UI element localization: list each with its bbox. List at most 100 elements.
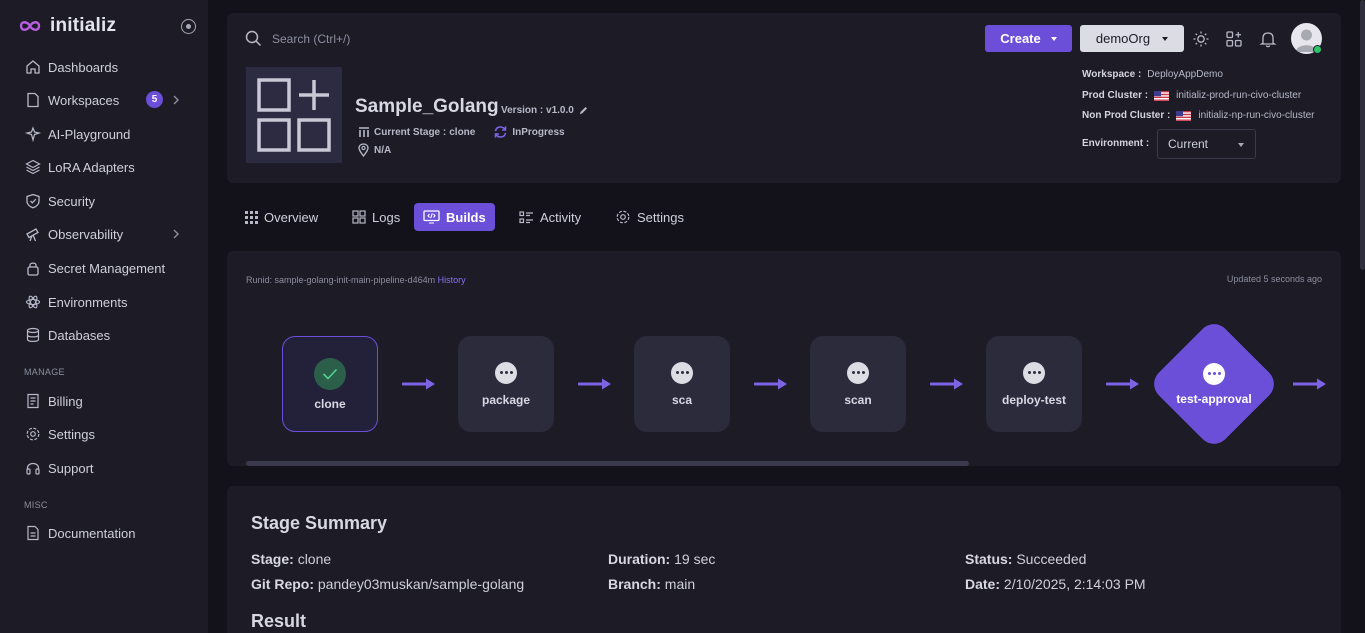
tab-label: Activity (540, 209, 582, 225)
summary-date-value: 2/10/2025, 2:14:03 PM (1003, 576, 1146, 592)
sidebar-item-environments[interactable]: Environments (0, 287, 208, 317)
sidebar-item-security[interactable]: Security (0, 186, 208, 216)
create-button-label: Create (1000, 31, 1041, 46)
sidebar-item-ai-playground[interactable]: AI-Playground (0, 119, 208, 149)
more-dots-icon (1203, 362, 1225, 385)
sidebar-item-secret-management[interactable]: Secret Management (0, 253, 208, 283)
vertical-scrollbar[interactable] (1360, 0, 1365, 270)
location-pin-icon (358, 143, 369, 157)
sidebar-item-lora-adapters[interactable]: LoRA Adapters (0, 152, 208, 182)
environment-value: Current (1168, 137, 1209, 151)
horizontal-scrollbar[interactable] (246, 461, 969, 466)
app-logo-tile (246, 67, 342, 163)
prod-cluster-info: Prod Cluster : initializ-prod-run-civo-c… (1082, 90, 1301, 101)
history-link[interactable]: History (438, 275, 466, 285)
pipeline-stage-clone[interactable]: clone (282, 336, 378, 432)
tab-label: Overview (264, 209, 319, 225)
stage-label: scan (844, 392, 872, 407)
sidebar-item-label: Settings (48, 426, 95, 442)
prod-cluster-value: initializ-prod-run-civo-cluster (1176, 90, 1302, 101)
environment-select[interactable]: Current (1157, 129, 1256, 159)
summary-status-label: Status: (965, 551, 1013, 567)
tab-settings[interactable]: Settings (606, 203, 693, 231)
summary-status-value: Succeeded (1016, 551, 1087, 567)
theme-toggle-sun-icon[interactable] (1191, 29, 1211, 49)
pipeline-stage-sca[interactable]: sca (634, 336, 730, 432)
run-id: Runid: sample-golang-init-main-pipeline-… (246, 275, 466, 285)
sidebar-item-label: Environments (48, 294, 128, 310)
summary-repo-value: pandey03muskan/sample-golang (317, 576, 525, 592)
sidebar-item-support[interactable]: Support (0, 453, 208, 483)
sidebar-item-label: Observability (48, 226, 124, 242)
stage-label: package (481, 392, 531, 407)
summary-branch: Branch: main (608, 576, 695, 592)
nonprod-cluster-label: Non Prod Cluster : (1082, 110, 1171, 121)
tab-activity[interactable]: Activity (510, 203, 590, 231)
layers-icon (24, 159, 41, 176)
nonprod-cluster-value: initializ-np-run-civo-cluster (1198, 110, 1315, 121)
summary-stage-label: Stage: (251, 551, 294, 567)
current-stage-value: clone (449, 126, 476, 138)
application-name: Sample_Golang (355, 96, 499, 117)
shield-icon (24, 193, 41, 210)
sidebar-item-billing[interactable]: Billing (0, 386, 208, 416)
arrow-right-icon (402, 378, 435, 390)
run-id-text: Runid: sample-golang-init-main-pipeline-… (246, 275, 436, 285)
file-icon (24, 92, 41, 109)
sidebar-item-settings[interactable]: Settings (0, 419, 208, 449)
create-button[interactable]: Create (985, 25, 1072, 52)
arrow-right-icon (578, 378, 611, 390)
sidebar-item-databases[interactable]: Databases (0, 320, 208, 350)
apps-icon (352, 210, 366, 224)
summary-branch-value: main (664, 576, 696, 592)
tab-label: Settings (637, 209, 684, 225)
summary-stage-value: clone (297, 551, 332, 567)
misc-section-label: MISC (24, 500, 48, 510)
application-header: Create demoOrg Sample_Golang Version : v… (227, 13, 1341, 183)
sidebar-item-dashboards[interactable]: Dashboards (0, 52, 208, 82)
tab-builds[interactable]: Builds (414, 203, 495, 231)
arrow-right-icon (1293, 378, 1326, 390)
pipeline-stage-package[interactable]: package (458, 336, 554, 432)
stage-bars-icon (359, 126, 369, 137)
sidebar-item-label: AI-Playground (48, 126, 131, 142)
apps-plus-icon[interactable] (1224, 29, 1244, 49)
workspace-value: DeployAppDemo (1147, 69, 1223, 80)
summary-duration: Duration: 19 sec (608, 551, 715, 567)
infinity-logo-icon (19, 21, 41, 31)
tab-overview[interactable]: Overview (236, 203, 327, 231)
bell-icon[interactable] (1258, 29, 1278, 49)
gear-icon (616, 210, 630, 224)
pipeline-stage-test-approval[interactable]: test-approval (1147, 317, 1281, 451)
sidebar-item-label: Support (48, 460, 94, 476)
sidebar-item-label: Databases (48, 327, 111, 343)
stage-label: deploy-test (1001, 392, 1066, 407)
search-input[interactable] (272, 31, 572, 46)
refresh-icon (495, 126, 507, 138)
us-flag-icon (1154, 90, 1170, 101)
telescope-icon (24, 226, 41, 243)
sidebar-item-workspaces[interactable]: Workspaces 5 (0, 85, 208, 115)
database-icon (24, 327, 41, 344)
org-select[interactable]: demoOrg (1080, 25, 1184, 52)
workspace-label: Workspace : (1082, 69, 1142, 80)
sidebar-item-observability[interactable]: Observability (0, 219, 208, 249)
pipeline-stage-scan[interactable]: scan (810, 336, 906, 432)
pipeline-panel: Runid: sample-golang-init-main-pipeline-… (227, 251, 1341, 466)
edit-pencil-icon[interactable] (579, 106, 588, 115)
chevron-right-icon (172, 94, 180, 106)
search-bar[interactable] (245, 30, 572, 47)
tab-logs[interactable]: Logs (343, 203, 409, 231)
workspace-info: Workspace : DeployAppDemo (1082, 69, 1223, 80)
brand-logo[interactable]: initializ (18, 15, 116, 37)
sidebar-collapse-icon[interactable] (181, 19, 196, 34)
arrow-right-icon (1106, 378, 1139, 390)
sidebar-item-documentation[interactable]: Documentation (0, 518, 208, 548)
manage-section-label: MANAGE (24, 367, 65, 377)
us-flag-icon (1176, 110, 1192, 121)
location-value: N/A (374, 144, 392, 156)
more-dots-icon (847, 361, 869, 384)
list-icon (519, 210, 533, 223)
environment-label: Environment : (1082, 138, 1150, 149)
pipeline-stage-deploy-test[interactable]: deploy-test (986, 336, 1082, 432)
